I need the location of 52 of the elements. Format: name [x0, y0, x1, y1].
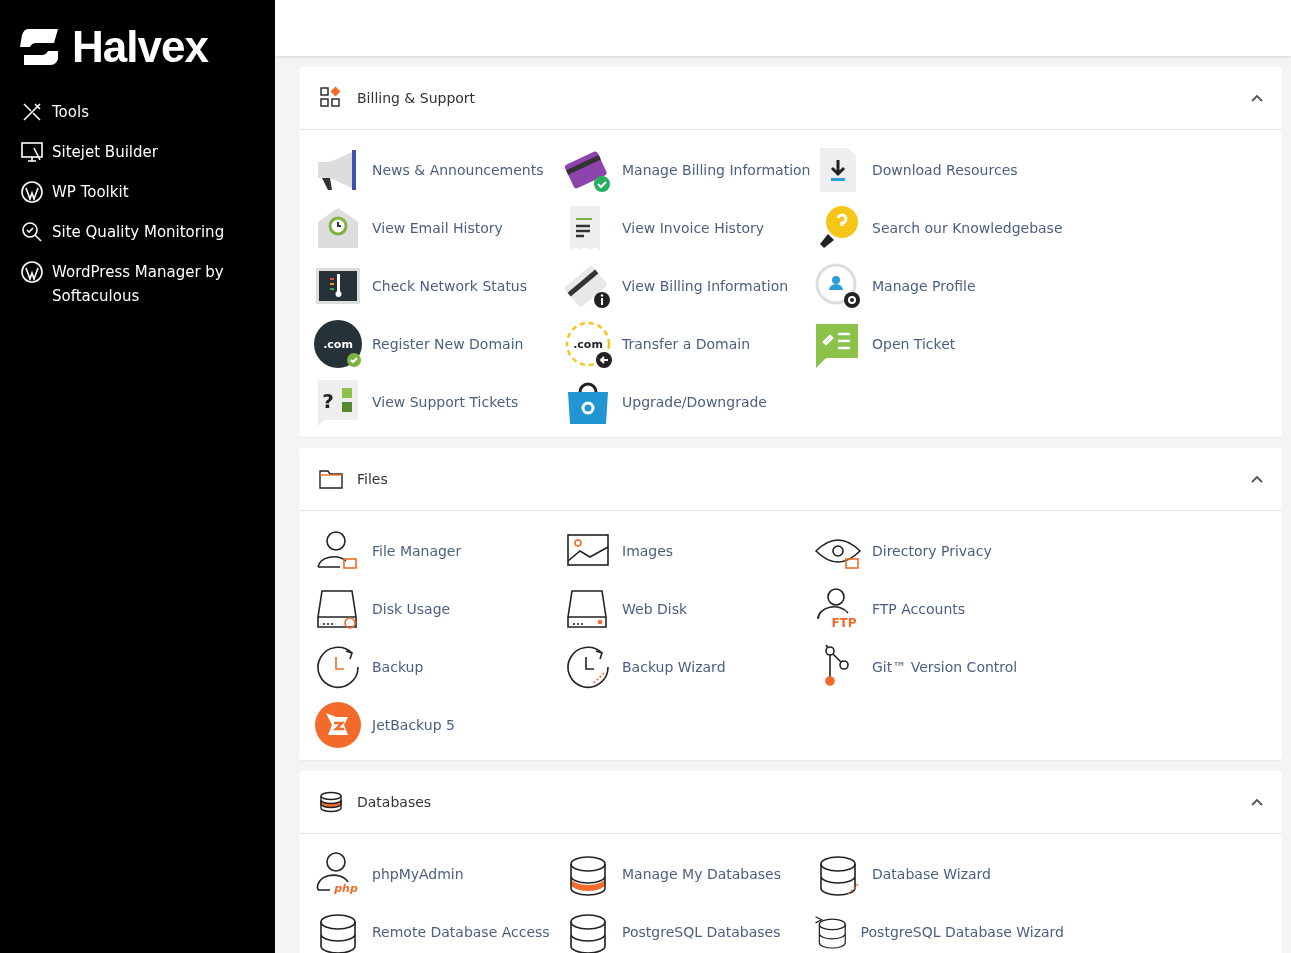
app-link[interactable]: Git™ Version Control: [814, 638, 1064, 696]
clock-arrow-icon: [314, 643, 362, 691]
app-link[interactable]: View Billing Information: [564, 257, 814, 315]
app-link[interactable]: Remote Database Access: [314, 903, 564, 953]
app-link[interactable]: Upgrade/Downgrade: [564, 373, 814, 431]
app-link[interactable]: php phpMyAdmin: [314, 845, 564, 903]
app-link[interactable]: News & Announcements: [314, 141, 564, 199]
app-link[interactable]: Disk Usage: [314, 580, 564, 638]
sidebar-item[interactable]: Sitejet Builder: [20, 140, 250, 164]
app-link[interactable]: Manage My Databases: [564, 845, 814, 903]
app-link[interactable]: .com Transfer a Domain: [564, 315, 814, 373]
sidebar-item[interactable]: WordPress Manager by Softaculous: [20, 260, 250, 308]
app-link[interactable]: FTP FTP Accounts: [814, 580, 1064, 638]
app-link[interactable]: JetBackup 5: [314, 696, 564, 754]
domain-transfer-icon: .com: [564, 320, 612, 368]
sidebar-item[interactable]: Site Quality Monitoring: [20, 220, 250, 244]
clock-wand-icon: [564, 643, 612, 691]
wordpress-icon: [20, 260, 44, 284]
section-title: Billing & Support: [357, 90, 477, 106]
folder-icon: [319, 467, 343, 491]
app-link[interactable]: PostgreSQL Databases: [564, 903, 814, 953]
app-link[interactable]: Manage Profile: [814, 257, 1064, 315]
app-link[interactable]: View Invoice History: [564, 199, 814, 257]
app-link[interactable]: Backup: [314, 638, 564, 696]
app-link[interactable]: File Manager: [314, 522, 564, 580]
app-link[interactable]: Manage Billing Information: [564, 141, 814, 199]
app-link[interactable]: PostgreSQL Database Wizard: [814, 903, 1064, 953]
monitor-pen-icon: [20, 140, 44, 164]
app-link[interactable]: .com Register New Domain: [314, 315, 564, 373]
sidebar-item[interactable]: Tools: [20, 100, 250, 124]
wordpress-icon: [20, 180, 44, 204]
app-link[interactable]: Database Wizard: [814, 845, 1064, 903]
app-link[interactable]: Check Network Status: [314, 257, 564, 315]
app-link[interactable]: Backup Wizard: [564, 638, 814, 696]
logo-icon: [20, 29, 58, 65]
section-title: Databases: [357, 794, 433, 810]
app-link[interactable]: Web Disk: [564, 580, 814, 638]
database-icon: [319, 790, 343, 814]
app-link[interactable]: Download Resources: [814, 141, 1064, 199]
section-title: Files: [357, 471, 389, 487]
domain-icon: .com: [314, 320, 362, 368]
app-link[interactable]: View Email History: [314, 199, 564, 257]
app-link[interactable]: Search our Knowledgebase: [814, 199, 1064, 257]
search-check-icon: [20, 220, 44, 244]
app-link[interactable]: Directory Privacy: [814, 522, 1064, 580]
sidebar-item[interactable]: WP Toolkit: [20, 180, 250, 204]
app-link[interactable]: Open Ticket: [814, 315, 1064, 373]
brand-name: Halvex: [72, 24, 208, 70]
grid-icon: [319, 86, 343, 110]
app-link[interactable]: ? View Support Tickets: [314, 373, 564, 431]
user-settings-icon: [814, 262, 862, 310]
app-link[interactable]: Images: [564, 522, 814, 580]
